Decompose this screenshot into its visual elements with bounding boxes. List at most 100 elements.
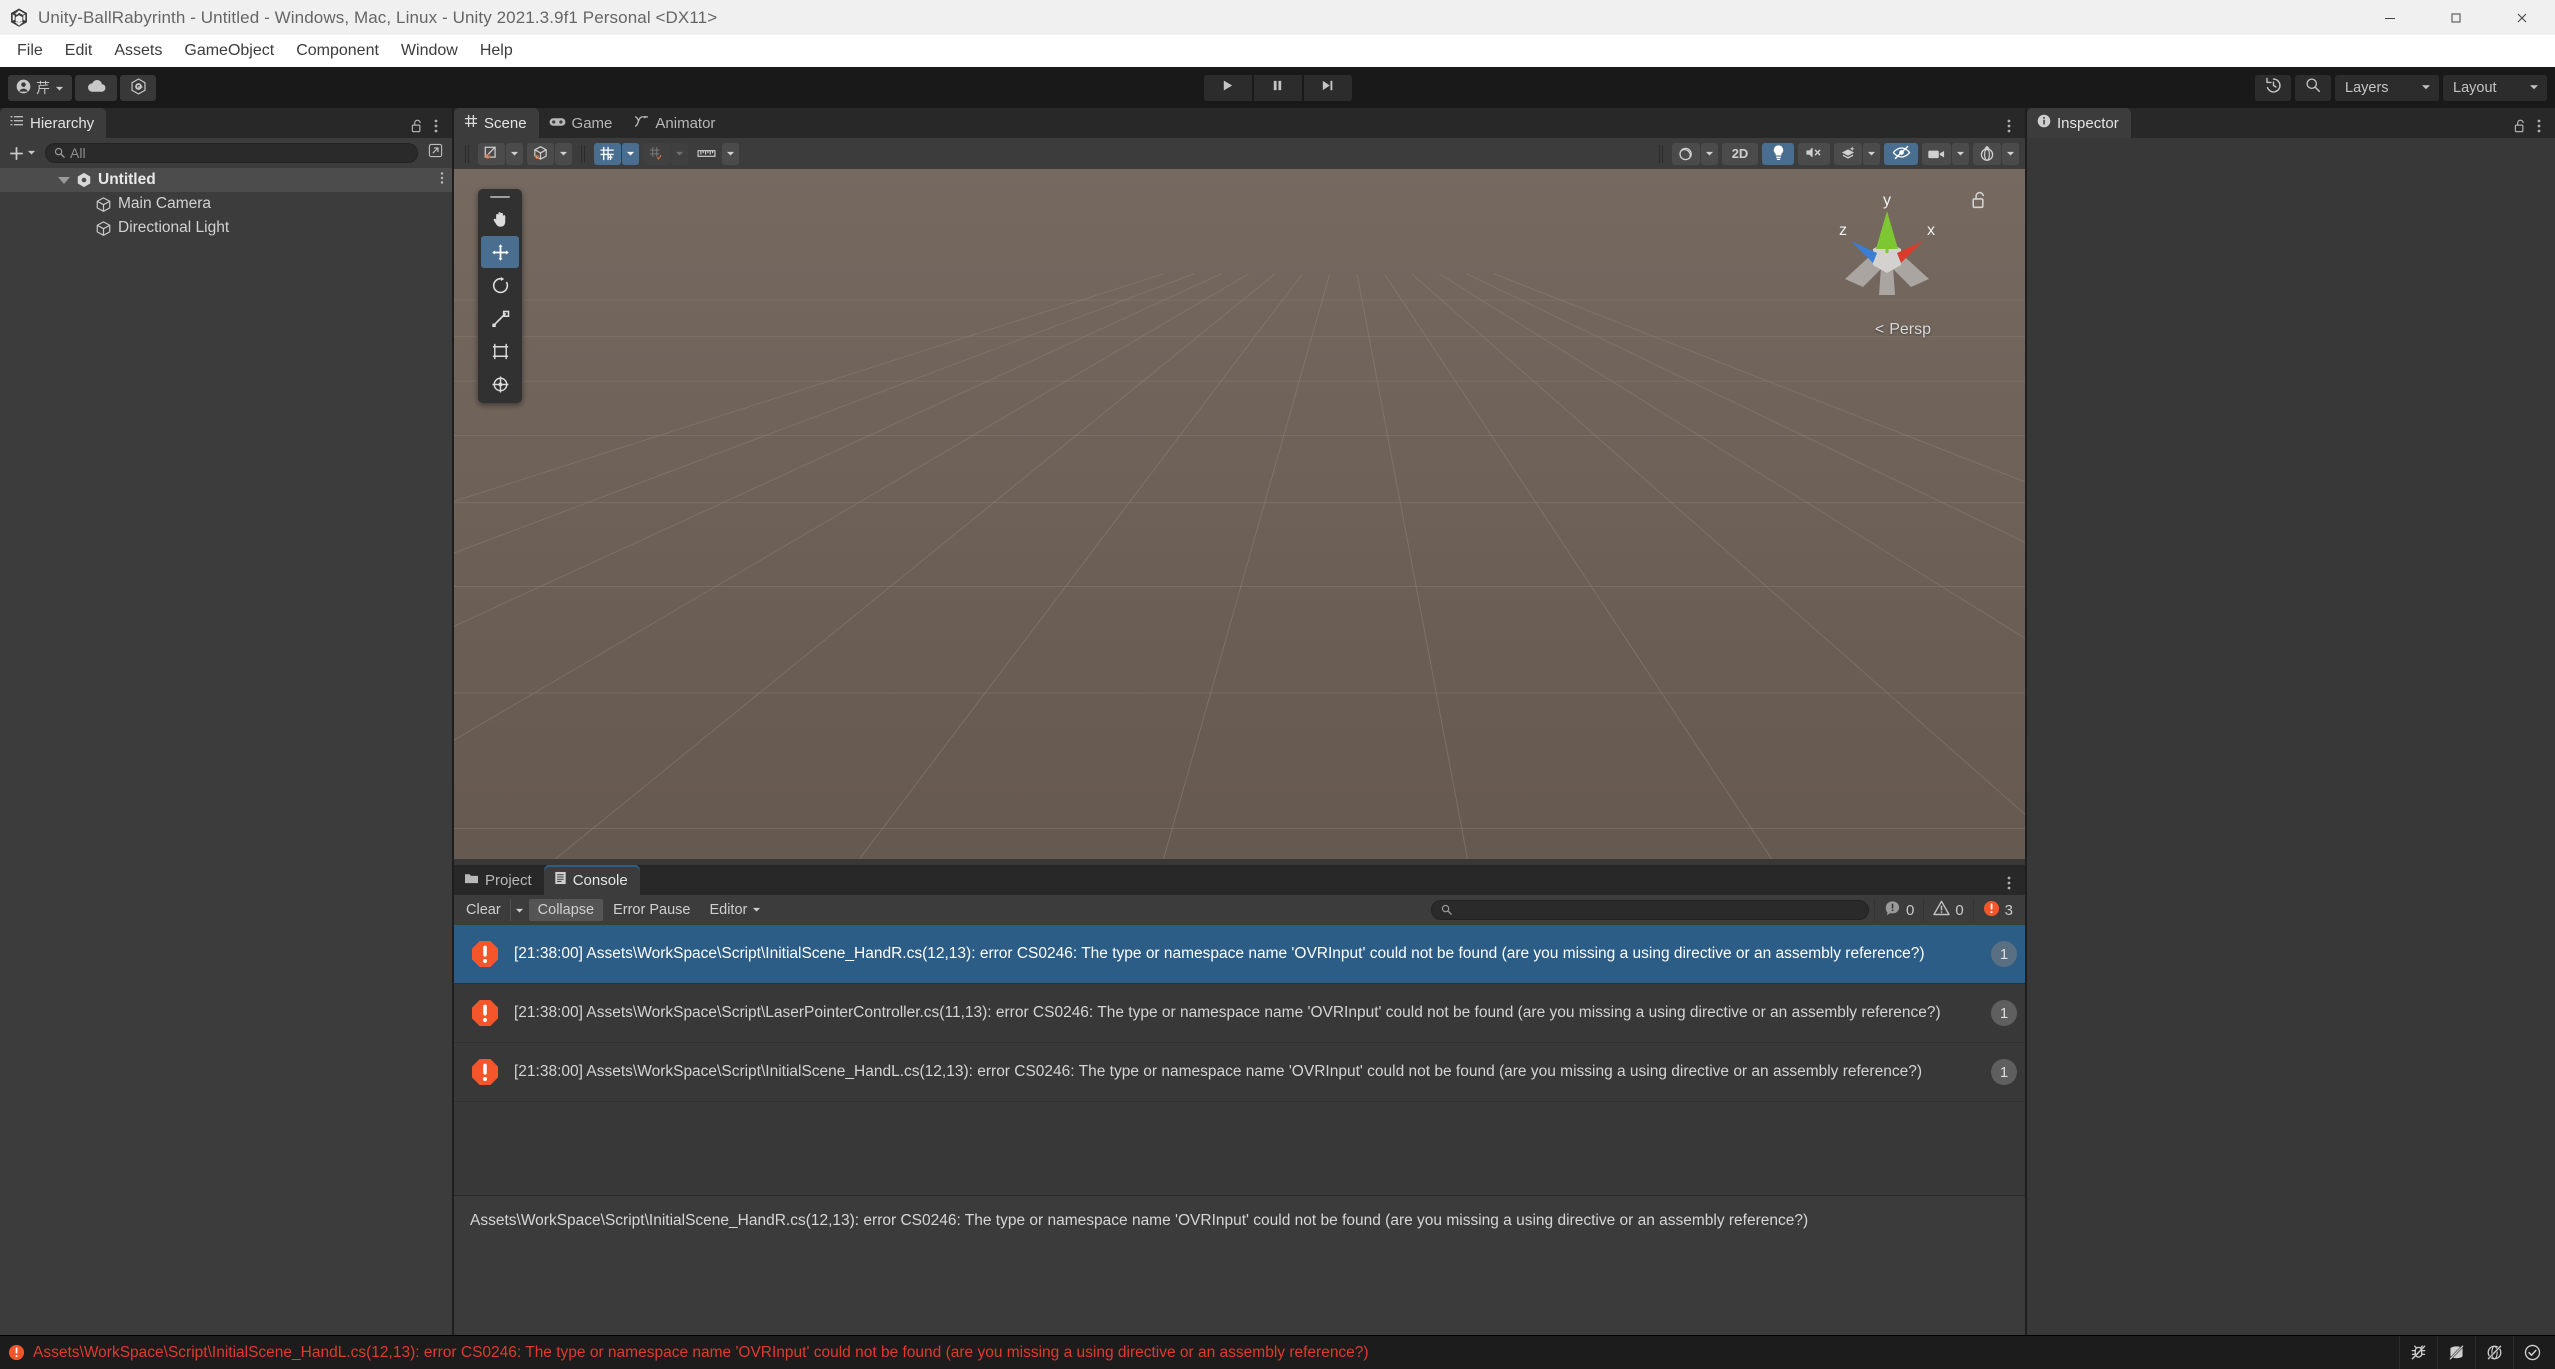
error-pause-toggle[interactable]: Error Pause	[604, 899, 699, 921]
scene-view-lock-icon[interactable]	[1970, 191, 1987, 214]
step-button[interactable]	[1303, 74, 1352, 101]
hand-tool-button[interactable]	[481, 203, 519, 235]
chevron-down-icon[interactable]	[722, 142, 739, 165]
kebab-menu-icon[interactable]	[2000, 871, 2018, 895]
menu-component[interactable]: Component	[285, 38, 390, 64]
chevron-down-icon[interactable]	[1952, 142, 1969, 165]
close-button[interactable]	[2489, 0, 2555, 35]
console-entry[interactable]: [21:38:00] Assets\WorkSpace\Script\Initi…	[454, 925, 2025, 984]
chevron-down-icon[interactable]	[1701, 142, 1718, 165]
tab-animator[interactable]: Animator	[624, 108, 727, 138]
chevron-down-icon[interactable]	[509, 899, 528, 921]
tab-inspector[interactable]: Inspector	[2027, 108, 2131, 138]
scale-tool-button[interactable]	[481, 302, 519, 334]
warning-count-toggle[interactable]: 0	[1924, 899, 1974, 921]
ready-check-icon[interactable]	[2513, 1336, 2551, 1369]
grid-plane-icon[interactable]	[643, 142, 670, 165]
kebab-menu-icon[interactable]	[2530, 114, 2548, 138]
transform-tool-button[interactable]	[481, 368, 519, 400]
rotate-tool-button[interactable]	[481, 269, 519, 301]
scene-fx-dropdown[interactable]	[1834, 142, 1880, 165]
inspector-content[interactable]	[2027, 138, 2555, 1335]
console-detail-pane[interactable]: Assets\WorkSpace\Script\InitialScene_Han…	[454, 1195, 2025, 1335]
collapse-toggle[interactable]: Collapse	[528, 899, 604, 921]
console-search-input[interactable]	[1430, 900, 1869, 920]
shaded-mode-icon[interactable]	[478, 142, 505, 165]
toggle-scene-lighting-button[interactable]	[1762, 142, 1794, 165]
grid-snap-icon[interactable]	[594, 142, 621, 165]
menu-gameobject[interactable]: GameObject	[173, 38, 285, 64]
palette-drag-handle[interactable]	[481, 192, 519, 202]
layers-dropdown[interactable]: Layers	[2335, 74, 2439, 101]
menu-window[interactable]: Window	[390, 38, 469, 64]
move-tool-button[interactable]	[481, 236, 519, 268]
console-entry[interactable]: [21:38:00] Assets\WorkSpace\Script\Laser…	[454, 984, 2025, 1043]
chevron-down-icon[interactable]	[555, 142, 572, 165]
kebab-menu-icon[interactable]	[427, 114, 445, 138]
tab-scene[interactable]: Scene	[454, 108, 539, 138]
tab-hierarchy[interactable]: Hierarchy	[0, 108, 107, 138]
chevron-down-icon[interactable]	[2002, 142, 2019, 165]
scene-viewport[interactable]: y x z < Persp	[454, 169, 2025, 859]
play-button[interactable]	[1203, 74, 1252, 101]
menu-edit[interactable]: Edit	[54, 38, 104, 64]
layout-dropdown[interactable]: Layout	[2443, 74, 2547, 101]
scene-projection-label[interactable]: < Persp	[1875, 321, 1931, 339]
gizmo-globe-icon[interactable]	[1973, 142, 2001, 165]
kebab-menu-icon[interactable]	[440, 171, 444, 190]
menu-file[interactable]: File	[6, 38, 54, 64]
hierarchy-search-input[interactable]: All	[45, 143, 418, 163]
menu-help[interactable]: Help	[469, 38, 524, 64]
editor-dropdown[interactable]: Editor	[700, 899, 770, 921]
toggle-audio-button[interactable]	[1798, 142, 1830, 165]
hierarchy-item-directional-light[interactable]: Directional Light	[0, 216, 452, 240]
chevron-down-icon[interactable]	[58, 176, 70, 184]
chevron-down-icon[interactable]	[622, 142, 639, 165]
console-entry[interactable]: [21:38:00] Assets\WorkSpace\Script\Initi…	[454, 1043, 2025, 1102]
scene-camera-dropdown[interactable]	[1922, 142, 1969, 165]
scene-view-effects-dropdown[interactable]	[1672, 142, 1718, 165]
ruler-toggle[interactable]	[692, 142, 739, 165]
ruler-icon[interactable]	[692, 143, 721, 165]
console-message-list[interactable]: [21:38:00] Assets\WorkSpace\Script\Initi…	[454, 925, 2025, 1195]
info-count-toggle[interactable]: 0	[1873, 899, 1925, 921]
grid-visibility-toggle[interactable]	[643, 142, 688, 165]
cube-gizmo-icon[interactable]	[527, 142, 554, 165]
gizmo-visibility-dropdown[interactable]	[527, 142, 572, 165]
gizmos-dropdown[interactable]	[1973, 142, 2019, 165]
toggle-hidden-objects-button[interactable]	[1884, 142, 1918, 165]
tab-console[interactable]: Console	[543, 865, 640, 895]
chevron-down-icon[interactable]	[671, 142, 688, 165]
lock-open-icon[interactable]	[2510, 114, 2528, 138]
debug-bug-off-icon[interactable]	[2399, 1336, 2437, 1369]
menu-assets[interactable]: Assets	[103, 38, 173, 64]
camera-icon[interactable]	[1922, 142, 1951, 165]
unity-services-button[interactable]	[120, 74, 156, 101]
toggle-2d-button[interactable]: 2D	[1722, 142, 1758, 165]
maximize-button[interactable]	[2423, 0, 2489, 35]
rect-tool-button[interactable]	[481, 335, 519, 367]
hierarchy-item-main-camera[interactable]: Main Camera	[0, 192, 452, 216]
kebab-menu-icon[interactable]	[2000, 114, 2018, 138]
status-message[interactable]: Assets\WorkSpace\Script\InitialScene_Han…	[8, 1344, 1369, 1362]
fx-layers-icon[interactable]	[1834, 142, 1862, 165]
minimize-button[interactable]	[2357, 0, 2423, 35]
cloud-button[interactable]	[75, 74, 117, 101]
error-count-toggle[interactable]: 3	[1974, 899, 2022, 921]
sphere-fx-icon[interactable]	[1672, 142, 1700, 165]
tab-project[interactable]: Project	[454, 865, 544, 895]
cache-server-off-icon[interactable]	[2437, 1336, 2475, 1369]
clear-button[interactable]: Clear	[457, 899, 510, 921]
chevron-down-icon[interactable]	[1863, 142, 1880, 165]
scene-orientation-gizmo[interactable]: y x z	[1807, 191, 1967, 321]
chevron-down-icon[interactable]	[506, 142, 523, 165]
draw-mode-dropdown[interactable]	[478, 142, 523, 165]
pause-button[interactable]	[1253, 74, 1302, 101]
lock-open-icon[interactable]	[407, 114, 425, 138]
undo-history-button[interactable]	[2255, 74, 2291, 101]
grid-snap-toggle[interactable]	[594, 142, 639, 165]
account-button[interactable]: 芹	[8, 74, 72, 101]
code-optimization-off-icon[interactable]	[2475, 1336, 2513, 1369]
hierarchy-item-untitled[interactable]: Untitled	[0, 168, 452, 192]
hierarchy-add-button[interactable]	[6, 142, 39, 164]
